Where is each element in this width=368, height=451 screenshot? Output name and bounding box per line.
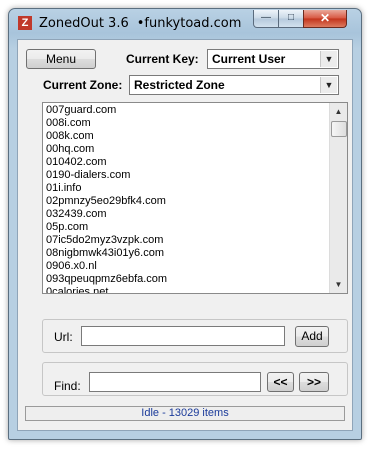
list-item[interactable]: 007guard.com [43, 104, 347, 117]
list-item[interactable]: 0906.x0.nl [43, 260, 347, 273]
window-title-suffix: •funkytoad.com [136, 16, 242, 31]
list-item[interactable]: 07ic5do2myz3vzpk.com [43, 234, 347, 247]
current-zone-value: Restricted Zone [134, 78, 225, 92]
list-item[interactable]: 05p.com [43, 221, 347, 234]
list-item[interactable]: 008i.com [43, 117, 347, 130]
list-item[interactable]: 008k.com [43, 130, 347, 143]
list-item[interactable]: 0190-dialers.com [43, 169, 347, 182]
find-label: Find: [54, 379, 81, 393]
list-item[interactable]: 093qpeuqpmz6ebfa.com [43, 273, 347, 286]
status-bar: Idle - 13029 items [25, 406, 345, 421]
list-item[interactable]: 01i.info [43, 182, 347, 195]
window-title: ZonedOut 3.6 •funkytoad.com [39, 16, 241, 31]
maximize-button[interactable]: □ [278, 10, 304, 28]
scroll-up-icon[interactable]: ▲ [330, 103, 347, 120]
app-icon: Z [18, 16, 32, 30]
status-text: Idle - 13029 items [141, 407, 229, 419]
find-next-button[interactable]: >> [299, 372, 329, 392]
list-scrollbar[interactable]: ▲ ▼ [329, 103, 347, 293]
find-input[interactable] [89, 372, 261, 392]
app-window: Z ZonedOut 3.6 •funkytoad.com — □ ✕ Menu … [8, 8, 362, 440]
list-item[interactable]: 00hq.com [43, 143, 347, 156]
add-button[interactable]: Add [295, 326, 329, 347]
client-area: Menu Current Key: Current User ▼ Current… [17, 39, 353, 431]
chevron-down-icon[interactable]: ▼ [320, 77, 337, 93]
find-previous-button[interactable]: << [267, 372, 294, 392]
domain-list[interactable]: 007guard.com 008i.com 008k.com 00hq.com … [42, 102, 348, 294]
current-zone-label: Current Zone: [43, 78, 123, 92]
window-title-name: ZonedOut 3.6 [39, 16, 129, 31]
current-key-select[interactable]: Current User ▼ [207, 49, 339, 69]
list-item[interactable]: 0calories.net [43, 286, 347, 293]
close-button[interactable]: ✕ [303, 10, 347, 28]
title-bar[interactable]: Z ZonedOut 3.6 •funkytoad.com — □ ✕ [9, 9, 361, 39]
url-input[interactable] [81, 326, 285, 346]
list-item[interactable]: 08nigbmwk43i01y6.com [43, 247, 347, 260]
menu-button[interactable]: Menu [26, 49, 96, 69]
url-label: Url: [54, 330, 73, 344]
minimize-button[interactable]: — [253, 10, 279, 28]
scroll-down-icon[interactable]: ▼ [330, 276, 347, 293]
list-item[interactable]: 032439.com [43, 208, 347, 221]
list-item[interactable]: 02pmnzy5eo29bfk4.com [43, 195, 347, 208]
chevron-down-icon[interactable]: ▼ [320, 51, 337, 67]
domain-list-items: 007guard.com 008i.com 008k.com 00hq.com … [43, 103, 347, 293]
current-key-value: Current User [212, 52, 286, 66]
current-zone-select[interactable]: Restricted Zone ▼ [129, 75, 339, 95]
scroll-thumb[interactable] [331, 121, 347, 137]
list-item[interactable]: 010402.com [43, 156, 347, 169]
current-key-label: Current Key: [126, 52, 199, 66]
